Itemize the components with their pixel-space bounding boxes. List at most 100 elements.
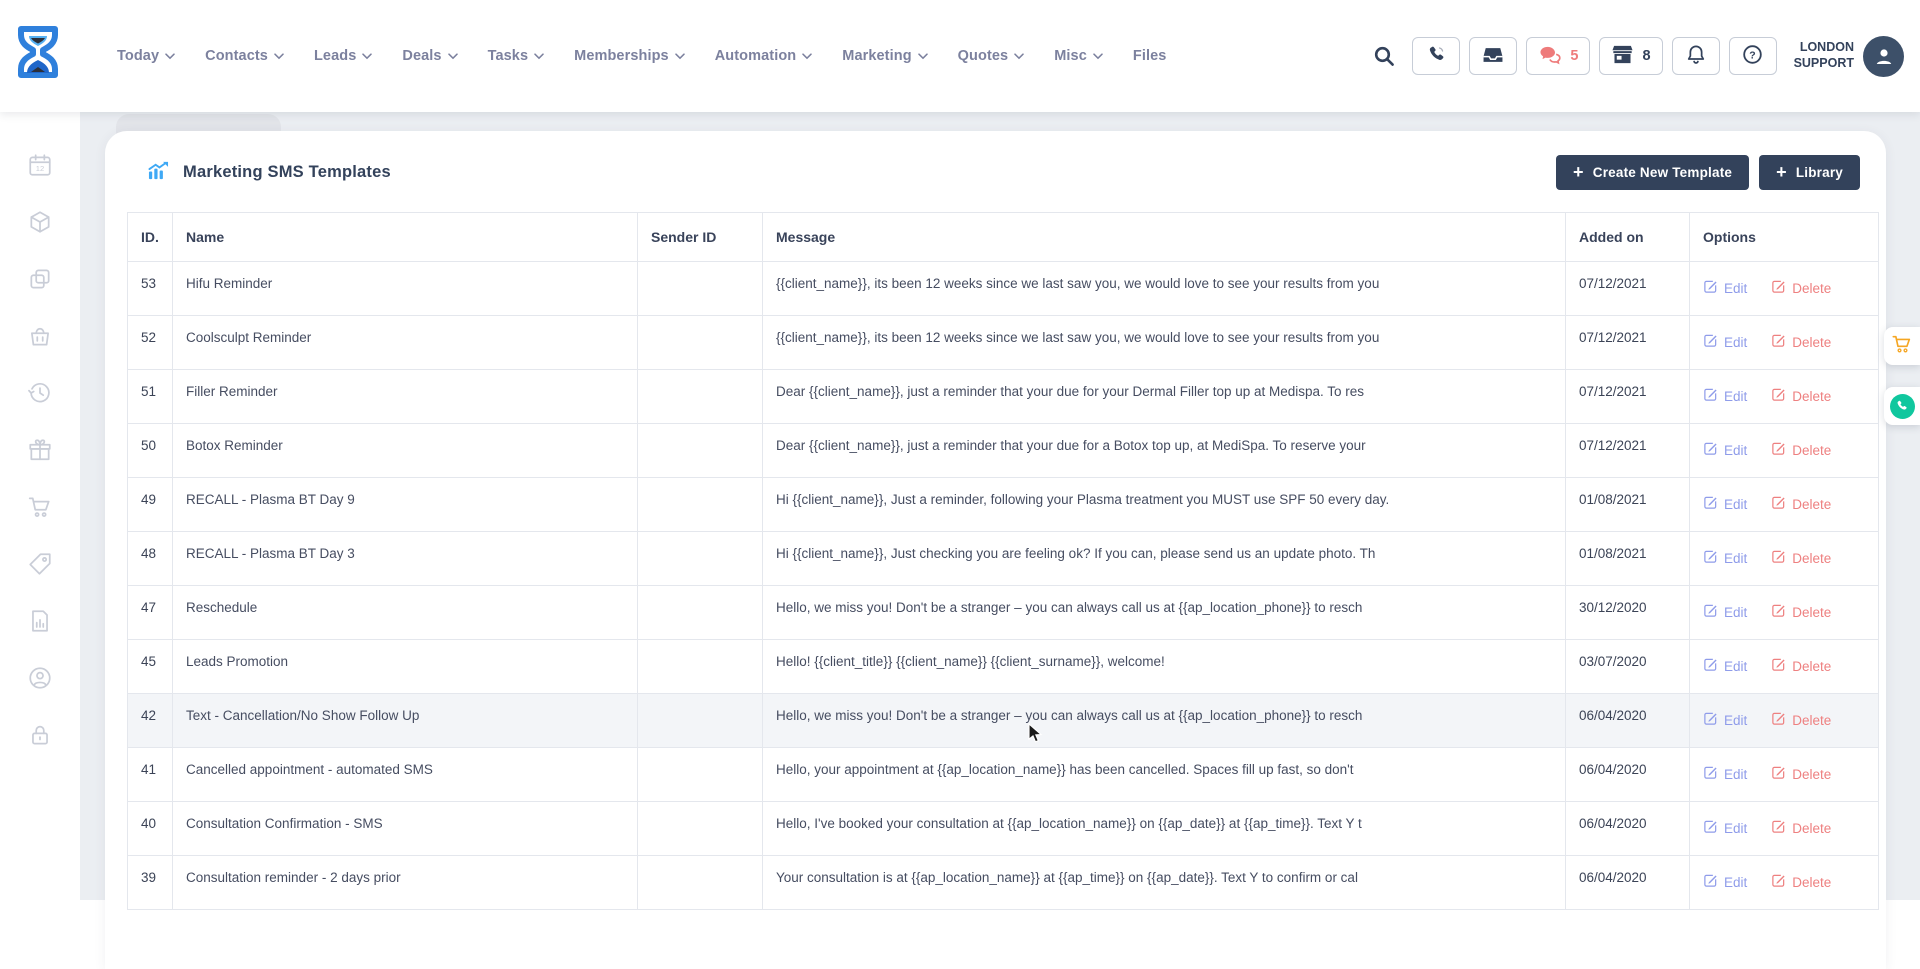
edit-link[interactable]: Edit xyxy=(1703,873,1747,891)
nav-item-contacts[interactable]: Contacts xyxy=(205,48,284,64)
delete-link[interactable]: Delete xyxy=(1771,657,1831,675)
edit-link[interactable]: Edit xyxy=(1703,819,1747,837)
cell-name: Coolsculpt Reminder xyxy=(173,316,638,370)
edit-link[interactable]: Edit xyxy=(1703,549,1747,567)
nav-item-label: Contacts xyxy=(205,48,268,64)
edit-link[interactable]: Edit xyxy=(1703,711,1747,729)
nav-item-label: Deals xyxy=(402,48,441,64)
delete-link[interactable]: Delete xyxy=(1771,765,1831,783)
cell-message: Hello, I've booked your consultation at … xyxy=(763,802,1566,856)
sidebar-item-cart[interactable] xyxy=(27,496,53,522)
edit-link-label: Edit xyxy=(1724,605,1747,620)
nav-item-memberships[interactable]: Memberships xyxy=(574,48,685,64)
phone-button[interactable] xyxy=(1412,37,1460,75)
sidebar-item-package[interactable] xyxy=(27,211,53,237)
inbox-button[interactable] xyxy=(1469,37,1517,75)
topbar-actions: 5 8 ? LONDON SUPPORT xyxy=(1373,36,1920,77)
edit-square-icon xyxy=(1703,333,1718,351)
cell-added-on: 01/08/2021 xyxy=(1566,478,1690,532)
help-button[interactable]: ? xyxy=(1729,37,1777,75)
templates-table: ID.NameSender IDMessageAdded onOptions 5… xyxy=(127,212,1879,910)
nav-item-leads[interactable]: Leads xyxy=(314,48,372,64)
svg-text:12: 12 xyxy=(36,163,44,172)
chevron-down-icon xyxy=(534,48,544,64)
edit-link[interactable]: Edit xyxy=(1703,603,1747,621)
sidebar-item-calendar[interactable]: 12 xyxy=(27,154,53,180)
edit-link-label: Edit xyxy=(1724,281,1747,296)
delete-link[interactable]: Delete xyxy=(1771,819,1831,837)
delete-link[interactable]: Delete xyxy=(1771,279,1831,297)
edit-square-icon xyxy=(1703,495,1718,513)
delete-link[interactable]: Delete xyxy=(1771,873,1831,891)
nav-item-files[interactable]: Files xyxy=(1133,48,1167,64)
sidebar-item-gift[interactable] xyxy=(27,439,53,465)
cell-id: 49 xyxy=(128,478,173,532)
top-navbar: Today Contacts Leads Deals Tasks Memberships A… xyxy=(0,0,1920,112)
content-area: Marketing SMS Templates + Create New Tem… xyxy=(80,112,1920,969)
nav-item-misc[interactable]: Misc xyxy=(1054,48,1103,64)
edit-square-icon xyxy=(1771,441,1786,459)
cart-widget-button[interactable] xyxy=(1884,327,1920,365)
edit-link[interactable]: Edit xyxy=(1703,333,1747,351)
delete-link[interactable]: Delete xyxy=(1771,441,1831,459)
sidebar-item-lock[interactable] xyxy=(27,724,53,750)
edit-link[interactable]: Edit xyxy=(1703,495,1747,513)
notifications-button[interactable] xyxy=(1672,37,1720,75)
nav-item-deals[interactable]: Deals xyxy=(402,48,457,64)
create-new-template-button[interactable]: + Create New Template xyxy=(1556,155,1749,190)
column-header-options: Options xyxy=(1690,213,1879,262)
table-row: 40Consultation Confirmation - SMSHello, … xyxy=(128,802,1879,856)
library-button[interactable]: + Library xyxy=(1759,155,1860,190)
nav-item-tasks[interactable]: Tasks xyxy=(488,48,545,64)
store-button[interactable]: 8 xyxy=(1599,37,1662,75)
cell-added-on: 07/12/2021 xyxy=(1566,262,1690,316)
delete-link[interactable]: Delete xyxy=(1771,387,1831,405)
library-label: Library xyxy=(1796,165,1843,180)
table-row: 41Cancelled appointment - automated SMSH… xyxy=(128,748,1879,802)
delete-link[interactable]: Delete xyxy=(1771,711,1831,729)
edit-square-icon xyxy=(1703,819,1718,837)
whatsapp-widget-button[interactable] xyxy=(1884,387,1920,425)
delete-link[interactable]: Delete xyxy=(1771,549,1831,567)
cell-name: Text - Cancellation/No Show Follow Up xyxy=(173,694,638,748)
cell-options: Edit Delete xyxy=(1690,316,1879,370)
edit-link[interactable]: Edit xyxy=(1703,657,1747,675)
sidebar-item-account[interactable] xyxy=(27,667,53,693)
nav-item-automation[interactable]: Automation xyxy=(715,48,813,64)
table-row: 51Filler ReminderDear {{client_name}}, j… xyxy=(128,370,1879,424)
account-menu[interactable]: LONDON SUPPORT xyxy=(1794,36,1904,77)
sidebar-item-tags[interactable] xyxy=(27,553,53,579)
delete-link-label: Delete xyxy=(1792,497,1831,512)
sidebar-item-history[interactable] xyxy=(27,382,53,408)
delete-link[interactable]: Delete xyxy=(1771,333,1831,351)
delete-link[interactable]: Delete xyxy=(1771,603,1831,621)
edit-link[interactable]: Edit xyxy=(1703,387,1747,405)
cell-message: Dear {{client_name}}, just a reminder th… xyxy=(763,370,1566,424)
sidebar: 12 xyxy=(0,112,80,969)
delete-link[interactable]: Delete xyxy=(1771,495,1831,513)
edit-link[interactable]: Edit xyxy=(1703,765,1747,783)
edit-square-icon xyxy=(1703,765,1718,783)
edit-link-label: Edit xyxy=(1724,551,1747,566)
calendar-icon: 12 xyxy=(27,152,53,183)
edit-link[interactable]: Edit xyxy=(1703,441,1747,459)
table-header-row: ID.NameSender IDMessageAdded onOptions xyxy=(128,213,1879,262)
package-icon xyxy=(27,209,53,240)
chevron-down-icon xyxy=(1093,48,1103,64)
sidebar-item-basket[interactable] xyxy=(27,325,53,351)
store-count-badge: 8 xyxy=(1642,48,1650,64)
nav-item-label: Automation xyxy=(715,48,797,64)
edit-link[interactable]: Edit xyxy=(1703,279,1747,297)
delete-link-label: Delete xyxy=(1792,335,1831,350)
column-header-message: Message xyxy=(763,213,1566,262)
nav-item-quotes[interactable]: Quotes xyxy=(958,48,1025,64)
avatar[interactable] xyxy=(1863,36,1904,77)
edit-link-label: Edit xyxy=(1724,659,1747,674)
nav-item-today[interactable]: Today xyxy=(117,48,175,64)
sidebar-item-copy[interactable] xyxy=(27,268,53,294)
chat-button[interactable]: 5 xyxy=(1526,37,1590,75)
app-logo-hourglass-icon[interactable] xyxy=(13,25,65,87)
sidebar-item-report[interactable] xyxy=(27,610,53,636)
nav-item-marketing[interactable]: Marketing xyxy=(842,48,927,64)
search-icon[interactable] xyxy=(1373,45,1395,67)
